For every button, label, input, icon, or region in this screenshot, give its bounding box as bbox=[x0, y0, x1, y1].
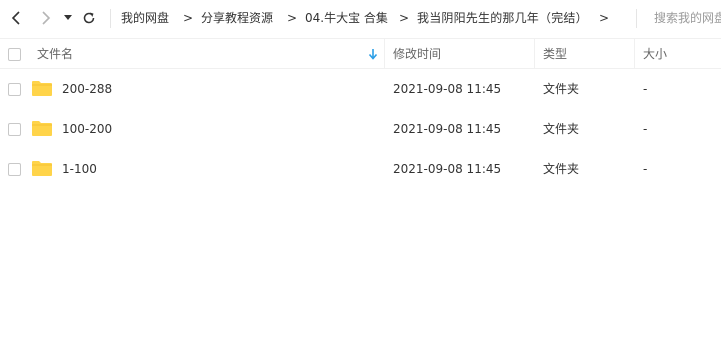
folder-icon bbox=[32, 161, 52, 176]
chevron-left-icon bbox=[11, 11, 20, 25]
file-size: - bbox=[643, 162, 648, 176]
row-checkbox[interactable] bbox=[8, 83, 21, 96]
chevron-right-icon bbox=[42, 11, 51, 25]
file-size: - bbox=[643, 82, 648, 96]
back-button[interactable] bbox=[8, 9, 24, 27]
file-name[interactable]: 200-288 bbox=[62, 82, 112, 96]
arrow-down-icon[interactable] bbox=[368, 48, 378, 60]
folder-icon bbox=[32, 81, 52, 96]
file-size: - bbox=[643, 122, 648, 136]
toolbar-divider bbox=[110, 9, 111, 28]
column-header-type[interactable]: 类型 bbox=[543, 47, 567, 61]
file-name[interactable]: 100-200 bbox=[62, 122, 112, 136]
breadcrumb-item-shared-resources[interactable]: 分享教程资源 bbox=[201, 11, 273, 25]
history-dropdown-button[interactable] bbox=[62, 9, 74, 27]
modified-time: 2021-09-08 11:45 bbox=[393, 122, 502, 136]
table-row[interactable]: 200-288 2021-09-08 11:45 文件夹 - bbox=[0, 69, 721, 109]
forward-button[interactable] bbox=[38, 9, 54, 27]
breadcrumb-separator: > bbox=[399, 11, 410, 25]
table-row[interactable]: 1-100 2021-09-08 11:45 文件夹 - bbox=[0, 149, 721, 189]
row-checkbox[interactable] bbox=[8, 163, 21, 176]
row-checkbox[interactable] bbox=[8, 123, 21, 136]
caret-down-icon bbox=[64, 15, 72, 20]
modified-time: 2021-09-08 11:45 bbox=[393, 82, 502, 96]
search-input[interactable] bbox=[646, 8, 721, 28]
column-header-size[interactable]: 大小 bbox=[643, 47, 667, 61]
breadcrumb-separator: > bbox=[183, 11, 194, 25]
breadcrumb-separator: > bbox=[287, 11, 298, 25]
search-divider bbox=[636, 9, 637, 28]
column-divider[interactable] bbox=[384, 39, 385, 68]
toolbar: 我的网盘 > 分享教程资源 > 04.牛大宝 合集 > 我当阴阳先生的那几年（完… bbox=[0, 0, 721, 38]
table-header: 文件名 修改时间 类型 大小 bbox=[0, 38, 721, 69]
modified-time: 2021-09-08 11:45 bbox=[393, 162, 502, 176]
breadcrumb-separator: > bbox=[599, 11, 610, 25]
refresh-button[interactable] bbox=[81, 9, 97, 27]
breadcrumb-item-collection[interactable]: 04.牛大宝 合集 bbox=[305, 11, 388, 25]
column-header-modified[interactable]: 修改时间 bbox=[393, 47, 441, 61]
file-name[interactable]: 1-100 bbox=[62, 162, 97, 176]
file-type: 文件夹 bbox=[543, 82, 580, 96]
folder-icon bbox=[32, 121, 52, 136]
column-header-name[interactable]: 文件名 bbox=[37, 47, 73, 61]
table-row[interactable]: 100-200 2021-09-08 11:45 文件夹 - bbox=[0, 109, 721, 149]
refresh-icon bbox=[83, 12, 95, 24]
column-divider[interactable] bbox=[634, 39, 635, 68]
breadcrumb-item-current-folder[interactable]: 我当阴阳先生的那几年（完结） bbox=[417, 11, 588, 25]
file-type: 文件夹 bbox=[543, 162, 580, 176]
file-type: 文件夹 bbox=[543, 122, 580, 136]
breadcrumb-item-my-drive[interactable]: 我的网盘 bbox=[121, 11, 169, 25]
select-all-checkbox[interactable] bbox=[8, 48, 21, 61]
column-divider[interactable] bbox=[534, 39, 535, 68]
